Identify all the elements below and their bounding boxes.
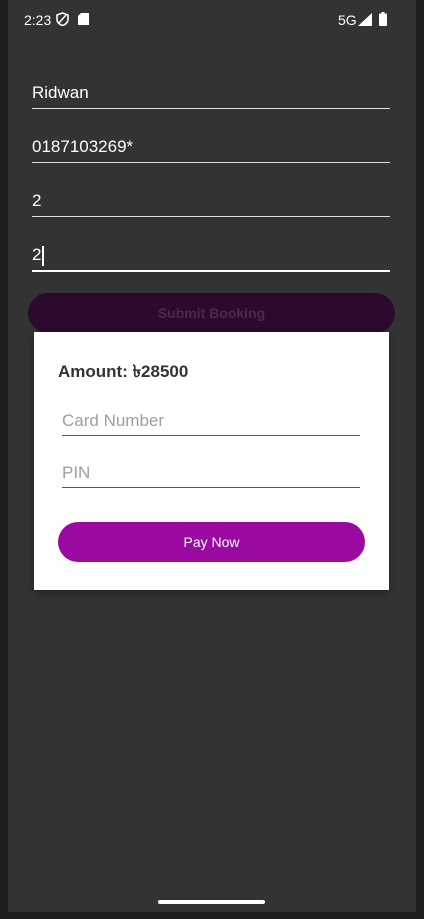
pin-input[interactable] bbox=[62, 459, 360, 488]
card-number-input[interactable] bbox=[62, 407, 360, 436]
amount-label: Amount: ৳28500 bbox=[58, 362, 189, 381]
home-indicator[interactable] bbox=[158, 900, 265, 904]
pay-now-button[interactable]: Pay Now bbox=[58, 522, 365, 562]
payment-dialog: Amount: ৳28500 Pay Now bbox=[34, 332, 389, 590]
